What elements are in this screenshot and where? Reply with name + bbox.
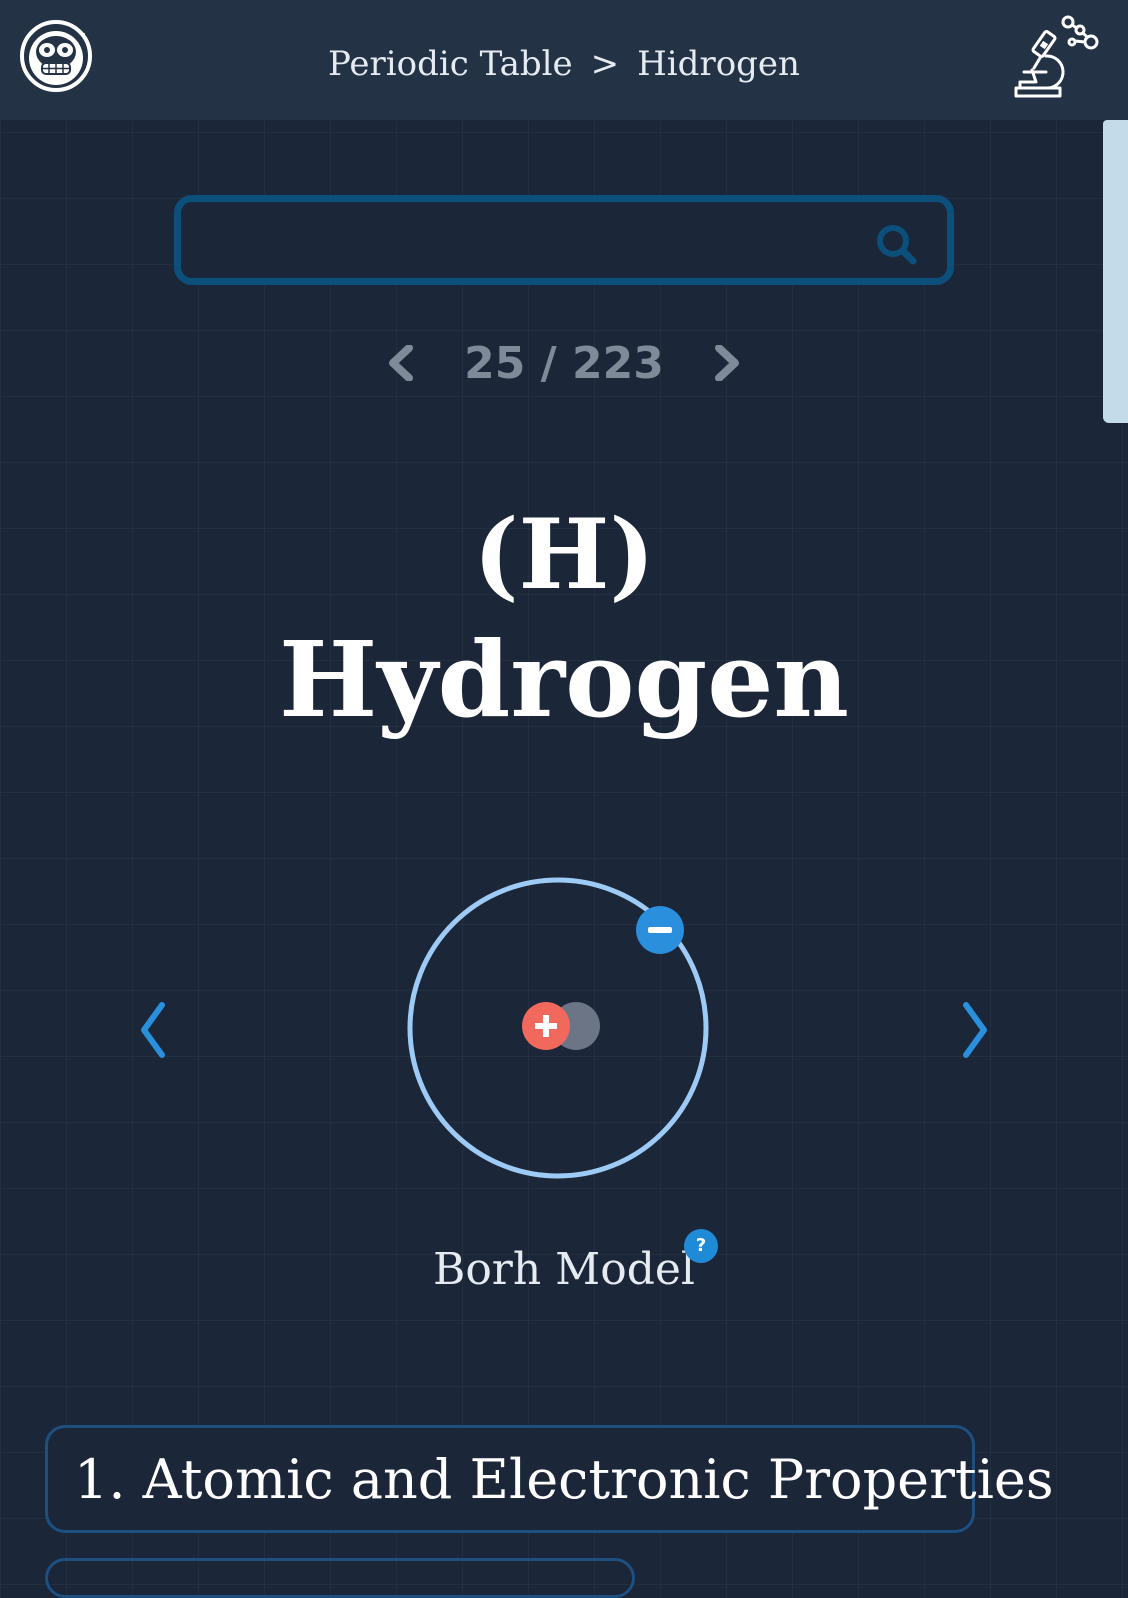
proton [522, 1002, 570, 1050]
caret-right-icon [714, 345, 739, 381]
element-name: Hydrogen [278, 618, 850, 741]
search-input[interactable] [199, 212, 863, 270]
breadcrumb: Periodic Table > Hidrogen [0, 44, 1128, 84]
caret-left-icon [389, 345, 414, 381]
help-icon[interactable]: ? [684, 1229, 718, 1263]
electron [636, 906, 684, 954]
previous-element-button[interactable] [380, 343, 420, 383]
next-section-card[interactable] [45, 1558, 635, 1598]
microscope-molecule-icon[interactable] [1006, 14, 1102, 102]
previous-model-button[interactable] [130, 995, 174, 1065]
section-title: 1. Atomic and Electronic Properties [74, 1448, 1054, 1511]
section-atomic-electronic-properties[interactable]: 1. Atomic and Electronic Properties [45, 1425, 1054, 1533]
chevron-right-icon [963, 1002, 987, 1058]
breadcrumb-separator: > [590, 44, 620, 84]
top-bar: Periodic Table > Hidrogen [0, 0, 1128, 120]
element-symbol: (H) [473, 498, 655, 611]
breadcrumb-current: Hidrogen [637, 44, 800, 84]
chevron-left-icon [141, 1002, 165, 1058]
model-label: Borh Model [432, 1244, 695, 1295]
bohr-model-diagram [398, 868, 718, 1188]
next-model-button[interactable] [954, 995, 998, 1065]
next-element-button[interactable] [708, 343, 748, 383]
page-counter: 25 / 223 [464, 337, 664, 389]
search-bar [174, 195, 954, 285]
element-pager: 25 / 223 [0, 333, 1128, 393]
search-icon[interactable] [873, 220, 923, 270]
breadcrumb-periodic-table[interactable]: Periodic Table [328, 44, 573, 84]
